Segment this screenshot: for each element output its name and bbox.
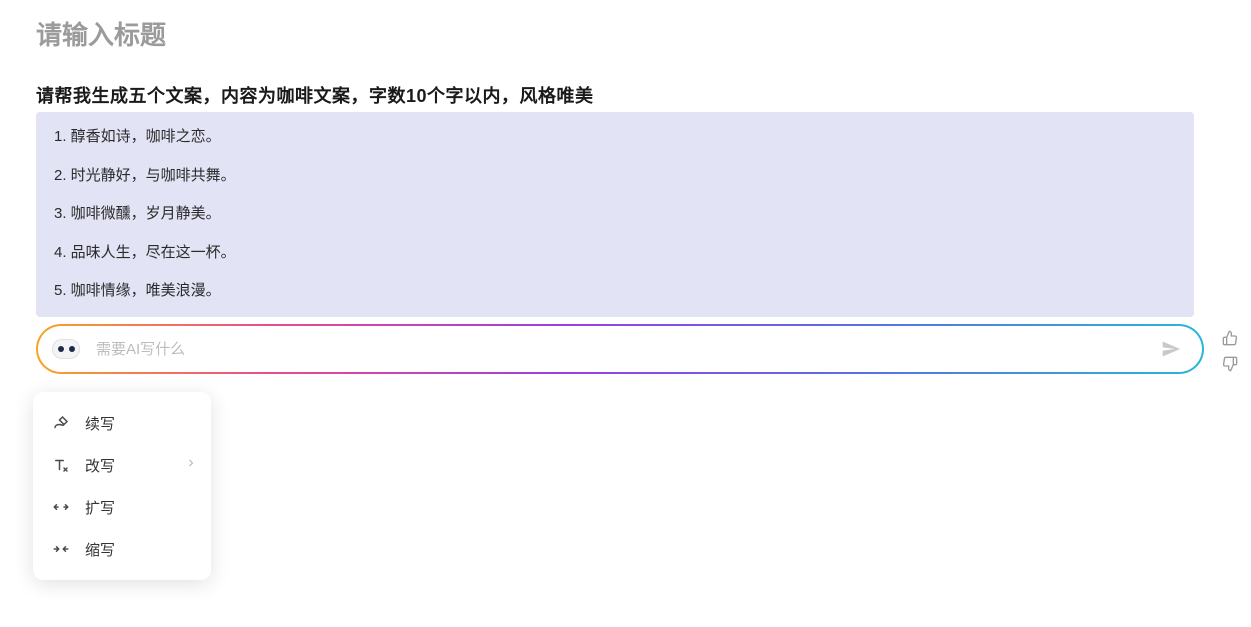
- action-continue[interactable]: 续写: [33, 402, 211, 444]
- result-item: 5. 咖啡情缘，唯美浪漫。: [54, 280, 1176, 303]
- thumbs-up-button[interactable]: [1222, 330, 1240, 348]
- expand-icon: [51, 497, 71, 517]
- action-label: 改写: [85, 455, 115, 476]
- ai-input-container: [36, 324, 1204, 374]
- send-icon: [1161, 339, 1181, 359]
- action-shrink[interactable]: 缩写: [33, 528, 211, 570]
- title-input[interactable]: [36, 20, 836, 51]
- ai-prompt-input[interactable]: [96, 341, 1156, 358]
- action-menu: 续写 改写 扩写 缩写: [33, 392, 211, 580]
- action-label: 续写: [85, 413, 115, 434]
- result-item: 4. 品味人生，尽在这一杯。: [54, 242, 1176, 265]
- action-label: 缩写: [85, 539, 115, 560]
- result-item: 1. 醇香如诗，咖啡之恋。: [54, 126, 1176, 149]
- action-expand[interactable]: 扩写: [33, 486, 211, 528]
- bot-avatar-icon: [48, 335, 84, 363]
- feedback-buttons: [1222, 330, 1240, 374]
- thumbs-up-icon: [1222, 330, 1238, 346]
- thumbs-down-button[interactable]: [1222, 356, 1240, 374]
- pen-continue-icon: [51, 413, 71, 433]
- action-label: 扩写: [85, 497, 115, 518]
- result-item: 3. 咖啡微醺，岁月静美。: [54, 203, 1176, 226]
- shrink-icon: [51, 539, 71, 559]
- action-rewrite[interactable]: 改写: [33, 444, 211, 486]
- result-item: 2. 时光静好，与咖啡共舞。: [54, 165, 1176, 188]
- chevron-right-icon: [185, 456, 197, 474]
- thumbs-down-icon: [1222, 356, 1238, 372]
- text-rewrite-icon: [51, 455, 71, 475]
- ai-result-block: 1. 醇香如诗，咖啡之恋。 2. 时光静好，与咖啡共舞。 3. 咖啡微醺，岁月静…: [36, 112, 1194, 317]
- user-prompt: 请帮我生成五个文案，内容为咖啡文案，字数10个字以内，风格唯美: [36, 82, 594, 108]
- send-button[interactable]: [1156, 334, 1186, 364]
- ai-input-inner: [38, 326, 1202, 372]
